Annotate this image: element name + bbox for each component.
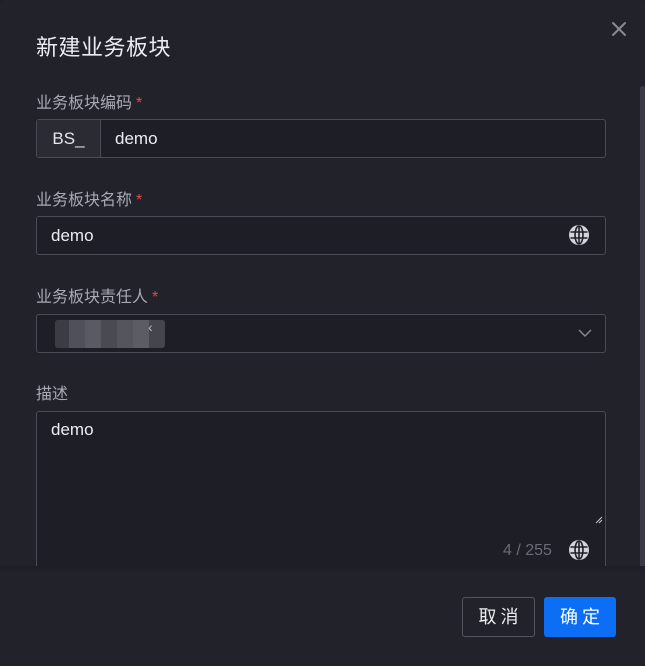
confirm-button[interactable]: 确定 (544, 597, 616, 637)
owner-label: 业务板块责任人 * (36, 283, 158, 307)
code-input-group: BS_ demo (36, 119, 606, 158)
form-scroll-area: 业务板块编码 * BS_ demo 业务板块名称 * demo 业务板块责任人 * (0, 80, 645, 570)
scrollbar[interactable] (640, 86, 645, 570)
code-prefix: BS_ (37, 120, 101, 157)
redaction-block (117, 320, 133, 348)
character-counter: 4 / 255 (503, 542, 552, 559)
description-label: 描述 (36, 386, 69, 403)
description-textarea[interactable]: demo 4 / 255 (36, 411, 606, 570)
globe-icon[interactable] (568, 539, 590, 561)
name-input-box[interactable]: demo (36, 216, 606, 255)
footer-divider (0, 566, 645, 574)
description-text: demo (51, 420, 94, 439)
code-label: 业务板块编码 * (36, 89, 142, 113)
cancel-button[interactable]: 取消 (462, 597, 535, 637)
globe-icon[interactable] (568, 224, 590, 246)
redaction-block (101, 320, 117, 348)
redaction-block (69, 320, 85, 348)
code-input[interactable]: demo (115, 120, 158, 157)
close-button[interactable] (607, 17, 631, 41)
redaction-block (85, 320, 101, 348)
dialog-title: 新建业务板块 (36, 35, 172, 60)
create-business-segment-dialog: 新建业务板块 业务板块编码 * BS_ demo 业务板块名称 * demo 业… (0, 0, 645, 666)
name-label: 业务板块名称 * (36, 186, 142, 210)
redaction-block (55, 320, 69, 348)
resize-handle-icon[interactable] (595, 516, 603, 524)
owner-select[interactable]: ‹ (36, 314, 606, 353)
owner-label-text: 业务板块责任人 (36, 289, 149, 306)
tag-close-icon[interactable]: ‹ (148, 319, 153, 335)
redaction-block (133, 320, 149, 348)
name-label-text: 业务板块名称 (36, 192, 133, 209)
chevron-down-icon[interactable] (577, 325, 593, 341)
name-input[interactable]: demo (51, 217, 94, 254)
required-mark: * (136, 95, 143, 112)
required-mark: * (152, 289, 159, 306)
required-mark: * (136, 192, 143, 209)
close-icon (612, 22, 626, 36)
code-label-text: 业务板块编码 (36, 95, 133, 112)
